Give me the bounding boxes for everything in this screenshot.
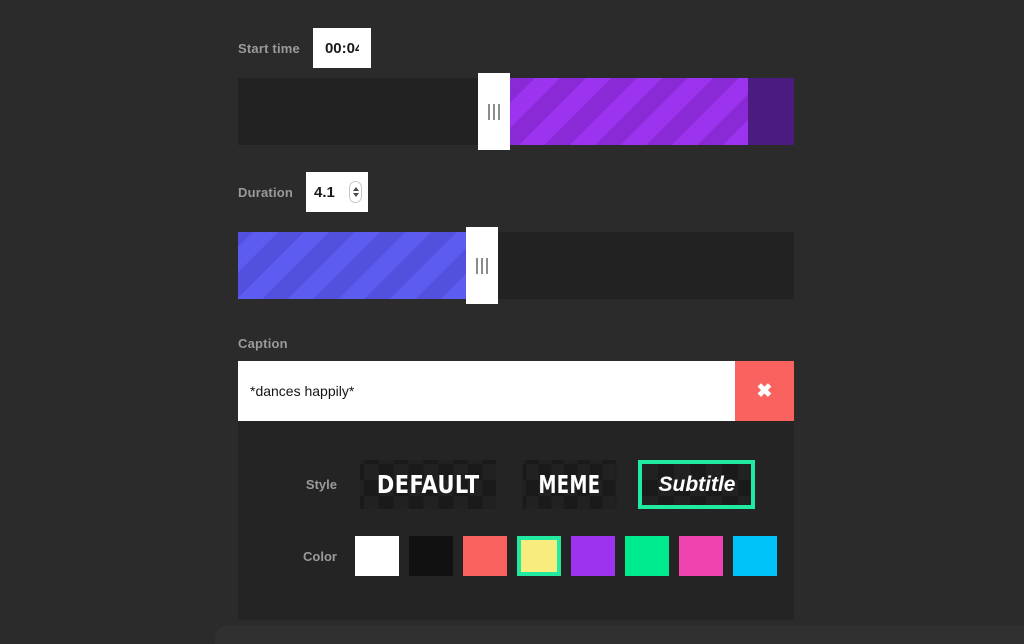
color-label: Color bbox=[303, 548, 337, 564]
start-time-slider[interactable] bbox=[238, 73, 794, 150]
duration-slider-handle[interactable] bbox=[466, 227, 498, 304]
color-swatch-green[interactable] bbox=[625, 536, 669, 576]
color-swatch-cyan[interactable] bbox=[733, 536, 777, 576]
grip-vertical-icon bbox=[486, 257, 488, 274]
duration-slider-selected-range bbox=[238, 232, 466, 299]
grip-vertical-icon bbox=[476, 257, 478, 274]
color-swatch-list bbox=[355, 536, 777, 576]
duration-stepper-arrows[interactable] bbox=[349, 181, 363, 203]
start-time-slider-handle[interactable] bbox=[478, 73, 510, 150]
duration-slider[interactable] bbox=[238, 227, 794, 304]
start-time-input[interactable] bbox=[312, 28, 371, 68]
color-swatch-pink[interactable] bbox=[679, 536, 723, 576]
color-swatch-white[interactable] bbox=[355, 536, 399, 576]
duration-value[interactable]: 4.1 bbox=[314, 184, 349, 201]
start-time-slider-tail-range bbox=[748, 78, 794, 145]
duration-row: Duration 4.1 bbox=[238, 172, 369, 212]
start-time-label: Start time bbox=[238, 40, 300, 56]
style-row: Style DEFAULT MEME Subtitle bbox=[238, 457, 756, 512]
start-time-row: Start time bbox=[238, 28, 371, 68]
style-option-default[interactable]: DEFAULT bbox=[360, 460, 496, 509]
color-swatch-yellow[interactable] bbox=[517, 536, 561, 576]
chevron-up-icon[interactable] bbox=[352, 187, 359, 191]
style-option-subtitle[interactable]: Subtitle bbox=[638, 460, 756, 509]
color-swatch-purple[interactable] bbox=[571, 536, 615, 576]
caption-input[interactable] bbox=[238, 361, 735, 421]
caption-options-panel: Style DEFAULT MEME Subtitle Color bbox=[238, 421, 794, 620]
color-swatch-black[interactable] bbox=[409, 536, 453, 576]
grip-vertical-icon bbox=[481, 257, 483, 274]
grip-vertical-icon bbox=[493, 103, 495, 120]
grip-vertical-icon bbox=[498, 103, 500, 120]
start-time-slider-selected-range bbox=[510, 78, 748, 145]
caption-label: Caption bbox=[238, 336, 288, 351]
duration-stepper[interactable]: 4.1 bbox=[306, 172, 369, 212]
chevron-down-icon[interactable] bbox=[352, 193, 359, 197]
color-swatch-red[interactable] bbox=[463, 536, 507, 576]
grip-vertical-icon bbox=[488, 103, 490, 120]
style-option-meme[interactable]: MEME bbox=[523, 460, 617, 509]
duration-label: Duration bbox=[238, 184, 294, 200]
style-label: Style bbox=[305, 477, 337, 492]
color-row: Color bbox=[238, 536, 777, 576]
style-option-list: DEFAULT MEME Subtitle bbox=[355, 460, 756, 509]
caption-row: ✖ bbox=[238, 361, 794, 421]
caption-clear-button[interactable]: ✖ bbox=[735, 361, 794, 421]
caption-editor-panel: Start time Duration 4.1 bbox=[238, 0, 794, 644]
